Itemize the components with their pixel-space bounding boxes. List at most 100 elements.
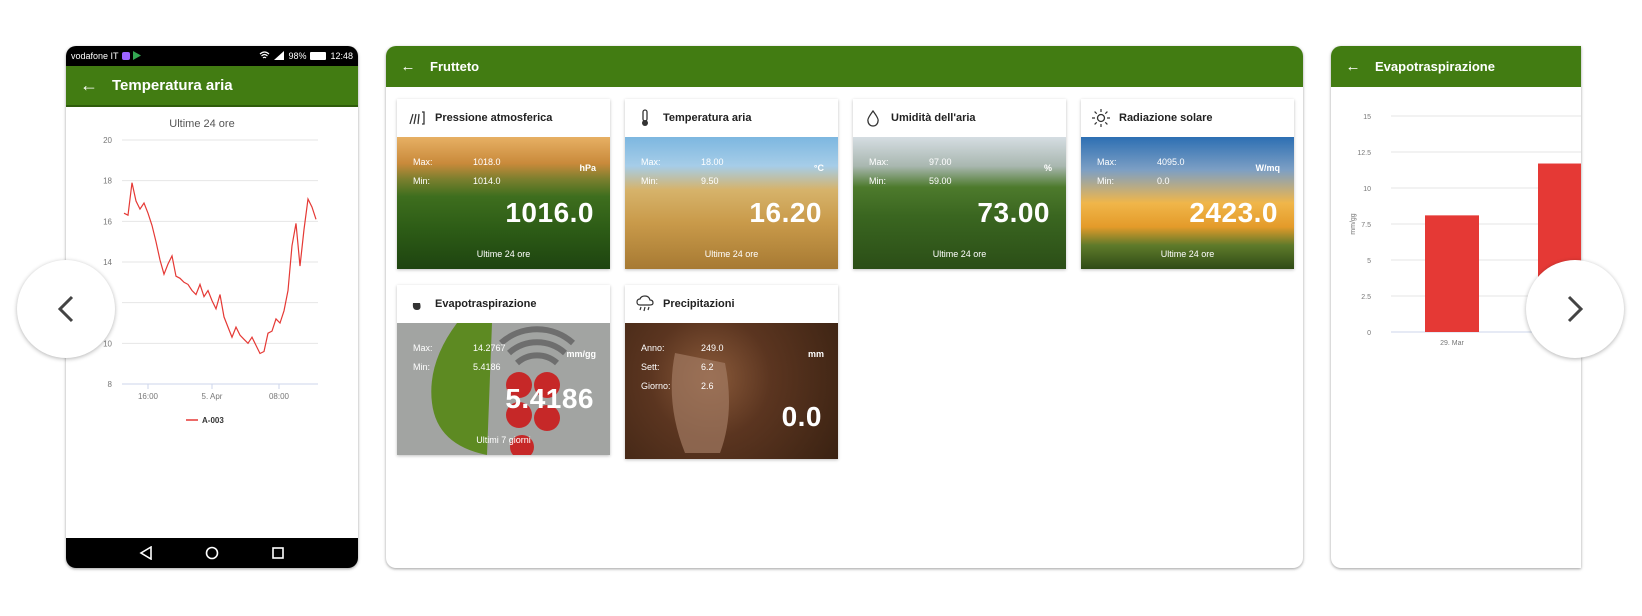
y-tick-label: 14	[103, 258, 112, 267]
leaf-drop-icon	[407, 295, 427, 313]
max-label: Max:	[869, 157, 889, 167]
week-value: 6.2	[701, 362, 714, 372]
tile-radiazione-solare[interactable]: Radiazione solare Max: 4095.0 Min: 0.0 W/m…	[1081, 99, 1294, 269]
chevron-right-icon	[1567, 295, 1584, 323]
tile-umidita-aria[interactable]: Umidità dell'aria Max: 97.00 Min: 59.00 % …	[853, 99, 1066, 269]
y-tick-label: 15	[1363, 114, 1371, 121]
period-label: Ultime 24 ore	[1160, 249, 1215, 259]
thermometer-icon	[635, 109, 655, 127]
bar	[1425, 215, 1479, 332]
min-value: 1014.0	[473, 176, 501, 186]
android-nav-bar	[66, 538, 358, 568]
y-axis-label: mm/gg	[1350, 213, 1357, 235]
tile-title: Precipitazioni	[663, 298, 735, 310]
arrow-left-icon[interactable]: ←	[1331, 58, 1375, 75]
chart-title: Ultime 24 ore	[169, 118, 234, 130]
y-tick-label: 8	[108, 380, 113, 389]
nav-home-icon[interactable]	[203, 544, 221, 562]
min-value: 59.00	[929, 176, 952, 186]
y-tick-label: 5	[1367, 258, 1371, 265]
day-value: 2.6	[701, 381, 714, 391]
tile-pressione-atmosferica[interactable]: Pressione atmosferica Max: 1018.0 Min: 101…	[397, 99, 610, 269]
max-label: Max:	[413, 343, 433, 353]
year-label: Anno:	[641, 343, 665, 353]
unit-label: %	[1043, 163, 1052, 173]
play-store-icon	[132, 50, 141, 62]
tile-image: Max: 1018.0 Min: 1014.0 hPa 1016.0 Ultime …	[397, 137, 610, 269]
tablet-screenshot: ← Frutteto Pressione atmosferica Max: 101…	[386, 46, 1303, 568]
unit-label: °C	[813, 163, 824, 173]
max-value: 4095.0	[1157, 157, 1185, 167]
min-label: Min:	[1097, 176, 1115, 186]
barometer-icon	[407, 109, 427, 127]
tile-title: Pressione atmosferica	[435, 112, 553, 124]
y-tick-label: 20	[103, 136, 112, 145]
period-label: Ultimi 7 giorni	[476, 435, 531, 445]
unit-label: mm/gg	[566, 349, 596, 359]
unit-label: W/mq	[1255, 163, 1281, 173]
min-label: Min:	[869, 176, 887, 186]
legend-label: A-003	[202, 416, 224, 425]
max-label: Max:	[413, 157, 433, 167]
year-value: 249.0	[701, 343, 724, 353]
tile-image: Max: 4095.0 Min: 0.0 W/mq 2423.0 Ultime 24…	[1081, 137, 1294, 269]
signal-icon	[274, 50, 285, 62]
max-value: 18.00	[701, 157, 724, 167]
app-notification-icon	[121, 52, 130, 60]
tile-precipitazioni[interactable]: Precipitazioni Anno: 249.0 Sett: 6.2 Giorn…	[625, 285, 838, 459]
arrow-left-icon[interactable]: ←	[66, 75, 112, 96]
page-title: Evapotraspirazione	[1375, 59, 1495, 74]
tile-temperatura-aria[interactable]: Temperatura aria Max: 18.00 Min: 9.50 °C 1…	[625, 99, 838, 269]
tile-title: Umidità dell'aria	[891, 112, 976, 124]
rain-cloud-icon	[635, 295, 655, 313]
current-value: 16.20	[749, 197, 822, 228]
week-label: Sett:	[641, 362, 660, 372]
min-value: 0.0	[1157, 176, 1170, 186]
y-tick-label: 0	[1367, 330, 1371, 337]
chevron-left-icon	[57, 295, 74, 323]
period-label: Ultime 24 ore	[704, 249, 759, 259]
y-tick-label: 2.5	[1361, 294, 1371, 301]
min-value: 9.50	[701, 176, 719, 186]
next-screenshot-button[interactable]	[1526, 260, 1624, 358]
x-tick-label: 16:00	[138, 392, 159, 401]
battery-icon	[310, 52, 327, 60]
sun-icon	[1091, 109, 1111, 127]
period-label: Ultime 24 ore	[932, 249, 987, 259]
max-value: 97.00	[929, 157, 952, 167]
unit-label: hPa	[579, 163, 596, 173]
max-value: 14.2767	[473, 343, 506, 353]
y-tick-label: 7.5	[1361, 222, 1371, 229]
droplet-icon	[863, 109, 883, 127]
y-tick-label: 10	[1363, 186, 1371, 193]
tile-title: Radiazione solare	[1119, 112, 1213, 124]
y-tick-label: 12.5	[1357, 150, 1371, 157]
tile-evapotraspirazione[interactable]: Evapotraspirazione Max: 14.2767 Min: 5.418…	[397, 285, 610, 455]
y-tick-label: 16	[103, 217, 112, 226]
x-tick-label: 5. Apr	[202, 392, 223, 401]
tile-title: Temperatura aria	[663, 112, 752, 124]
min-label: Min:	[641, 176, 659, 186]
min-label: Min:	[413, 362, 431, 372]
current-value: 73.00	[977, 197, 1050, 228]
max-value: 1018.0	[473, 157, 501, 167]
battery-percent: 98%	[288, 51, 307, 61]
x-tick-label: 08:00	[269, 392, 290, 401]
series-line-A-003	[123, 182, 317, 355]
page-title: Frutteto	[430, 59, 480, 74]
unit-label: mm	[807, 349, 824, 359]
day-label: Giorno:	[641, 381, 671, 391]
previous-screenshot-button[interactable]	[17, 260, 115, 358]
min-value: 5.4186	[473, 362, 501, 372]
arrow-left-icon[interactable]: ←	[386, 58, 430, 75]
nav-recents-icon[interactable]	[269, 544, 287, 562]
current-value: 1016.0	[505, 197, 594, 228]
max-label: Max:	[641, 157, 661, 167]
nav-back-icon[interactable]	[137, 544, 155, 562]
clock: 12:48	[330, 51, 353, 61]
current-value: 5.4186	[505, 383, 594, 414]
max-label: Max:	[1097, 157, 1117, 167]
y-tick-label: 18	[103, 177, 112, 186]
y-tick-label: 10	[103, 339, 112, 348]
period-label: Ultime 24 ore	[476, 249, 531, 259]
